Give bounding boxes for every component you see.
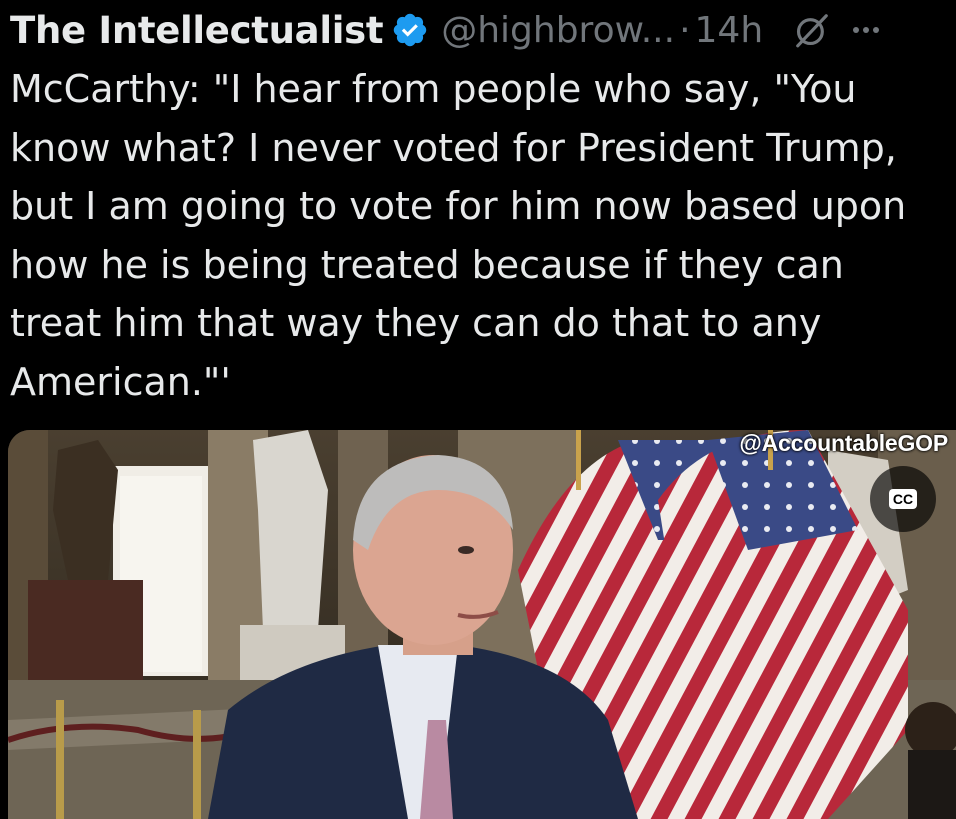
closed-captions-icon[interactable]: CC <box>870 466 936 532</box>
header-separator: · <box>679 9 691 51</box>
video-player[interactable]: @AccountableGOP CC <box>8 430 956 819</box>
video-watermark: @AccountableGOP <box>739 430 948 456</box>
video-frame <box>8 430 956 819</box>
post-time[interactable]: 14h <box>695 10 764 51</box>
verified-badge-icon[interactable] <box>391 11 429 49</box>
tweet-text: McCarthy: "I hear from people who say, "… <box>10 67 907 404</box>
cc-label: CC <box>888 489 918 509</box>
more-options-icon[interactable] <box>853 27 880 33</box>
author-handle[interactable]: @highbrow... <box>441 10 675 51</box>
author-name[interactable]: The Intellectualist <box>10 9 384 52</box>
grok-icon[interactable] <box>793 11 831 49</box>
tweet-header: The Intellectualist @highbrow... · 14h <box>10 4 956 56</box>
